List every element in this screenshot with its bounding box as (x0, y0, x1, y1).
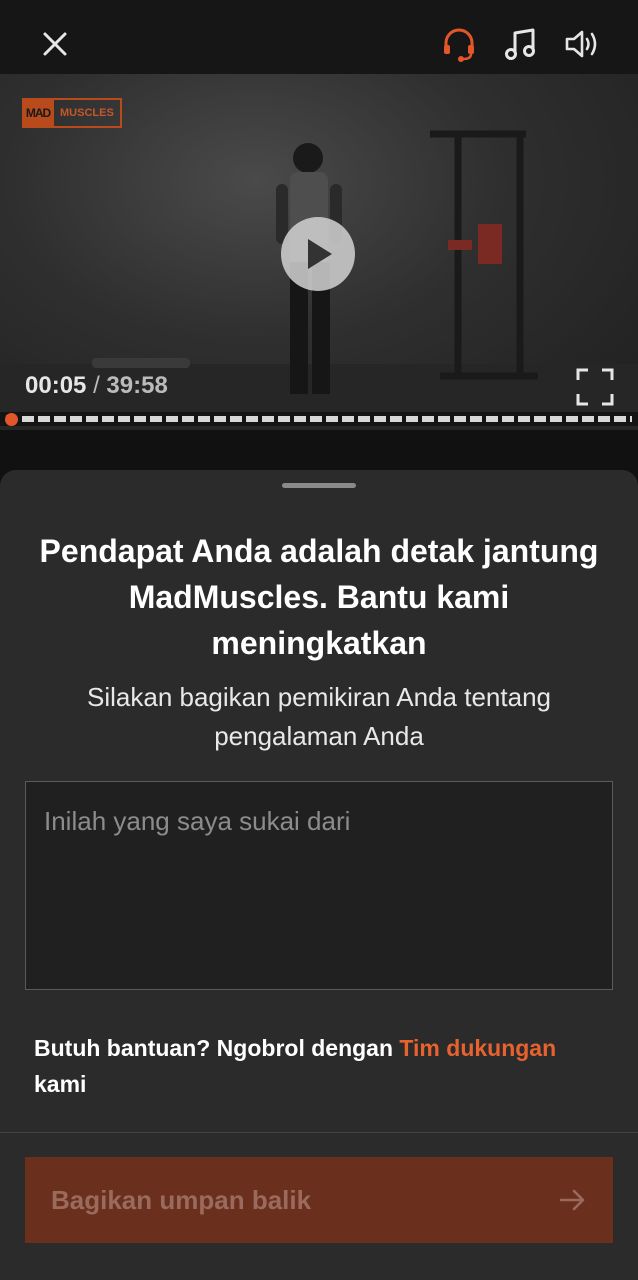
time-separator: / (93, 372, 100, 399)
help-prefix: Butuh bantuan? Ngobrol dengan (34, 1035, 400, 1061)
share-feedback-button[interactable]: Bagikan umpan balik (25, 1157, 613, 1243)
feedback-sheet: Pendapat Anda adalah detak jantung MadMu… (0, 470, 638, 1280)
total-time: 39:58 (106, 372, 168, 399)
share-feedback-label: Bagikan umpan balik (51, 1184, 312, 1215)
fullscreen-icon (576, 368, 614, 406)
music-note-icon (505, 28, 535, 60)
close-icon (43, 32, 67, 56)
play-button[interactable] (281, 217, 355, 291)
support-button[interactable] (437, 22, 481, 66)
help-suffix: kami (34, 1071, 87, 1097)
headset-icon (444, 28, 474, 62)
video-timecode: 00:05 / 39:58 (25, 372, 168, 400)
logo-muscles-text: MUSCLES (54, 98, 122, 128)
progress-track (22, 416, 632, 422)
arrow-right-icon (559, 1189, 585, 1211)
help-text: Butuh bantuan? Ngobrol dengan Tim dukung… (34, 1030, 614, 1102)
video-player[interactable]: MAD MUSCLES 00:05 / 39:58 (0, 74, 638, 430)
speaker-icon (565, 30, 597, 58)
play-icon (308, 239, 332, 269)
sound-button[interactable] (560, 22, 604, 66)
close-button[interactable] (33, 22, 77, 66)
fullscreen-button[interactable] (574, 366, 616, 408)
feedback-input[interactable] (25, 781, 613, 990)
divider (0, 1132, 638, 1133)
progress-bar[interactable] (0, 412, 638, 426)
current-time: 00:05 (25, 372, 87, 399)
sheet-title: Pendapat Anda adalah detak jantung MadMu… (39, 533, 599, 661)
support-team-link[interactable]: Tim dukungan (399, 1035, 556, 1061)
madmuscles-logo: MAD MUSCLES (22, 98, 122, 128)
logo-mad-text: MAD (22, 98, 54, 128)
progress-handle[interactable] (5, 413, 18, 426)
sheet-handle[interactable] (282, 483, 356, 488)
sheet-subtitle: Silakan bagikan pemikiran Anda tentang p… (87, 682, 551, 751)
music-button[interactable] (499, 22, 543, 66)
